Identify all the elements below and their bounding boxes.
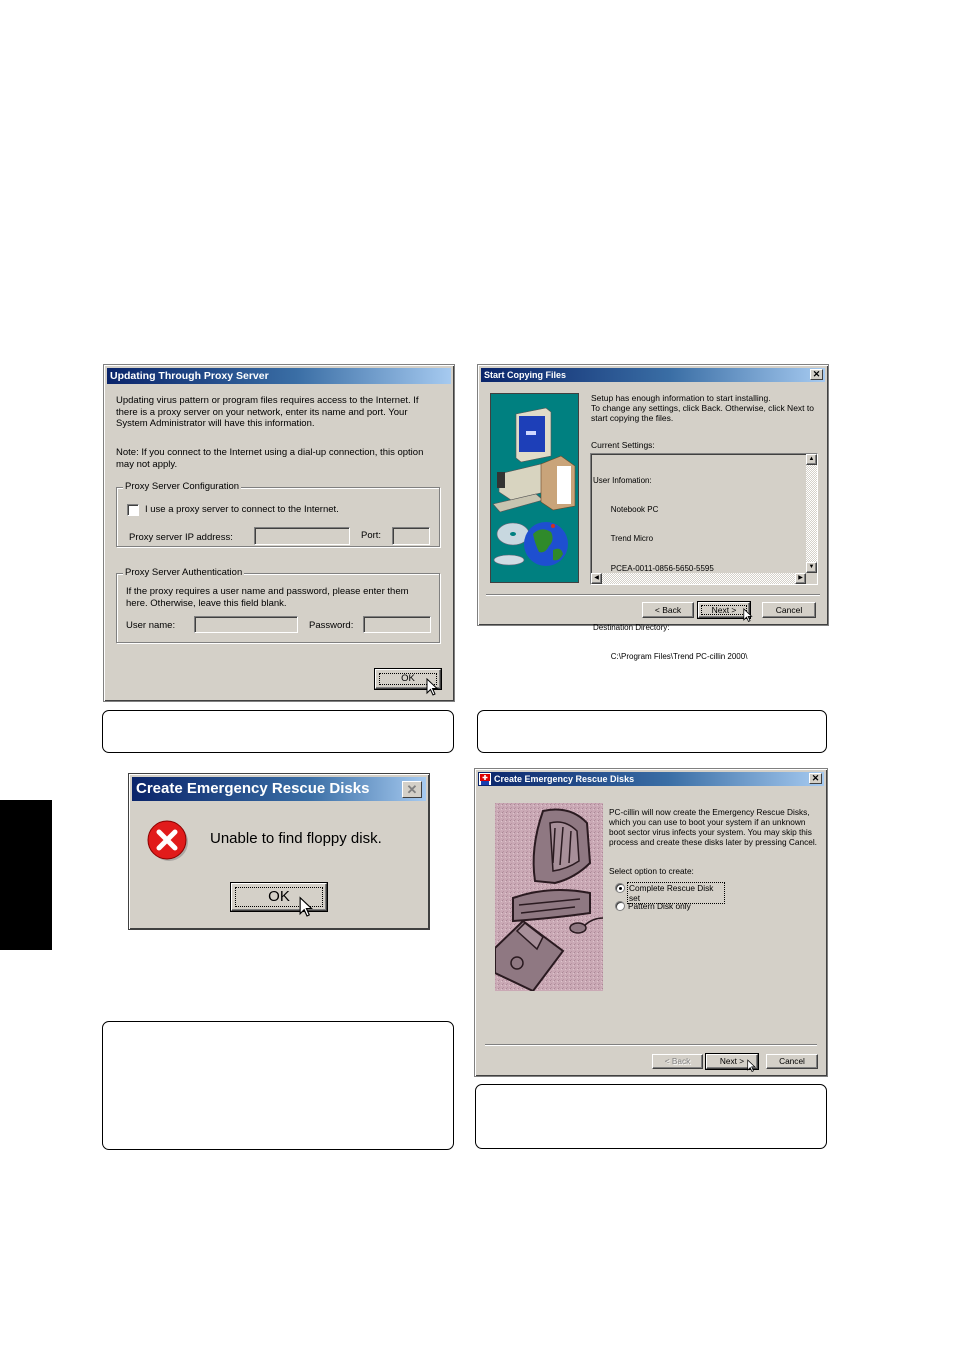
rescue-dialog-title-bar: Create Emergency Rescue Disks ✕ [478,772,824,786]
password-label: Password: [309,620,354,631]
copying-back-button[interactable]: < Back [642,602,694,618]
computer-and-globe-icon [492,407,576,566]
use-proxy-checkbox[interactable] [127,504,139,516]
current-settings-textbox[interactable]: User Infomation: Notebook PC Trend Micro… [590,453,818,749]
caption-box-2 [477,710,827,753]
rescue-dialog-title: Create Emergency Rescue Disks [494,774,635,784]
section-tab-marker [0,800,52,950]
vertical-scrollbar[interactable]: ▲ ▼ [806,454,817,573]
caption-box-3 [102,1021,454,1150]
close-icon: ✕ [406,782,418,797]
close-icon: ✕ [811,773,820,783]
proxy-note-text: Note: If you connect to the Internet usi… [116,447,424,470]
proxy-intro-text: Updating virus pattern or program files … [116,395,419,429]
error-icon [147,820,188,861]
rescue-close-button[interactable]: ✕ [809,773,822,784]
rescue-illustration [494,803,604,993]
scroll-up-button[interactable]: ▲ [806,454,817,465]
setup-illustration [490,393,579,583]
copying-close-button[interactable]: ✕ [810,369,823,380]
username-label: User name: [126,620,176,631]
proxy-port-label: Port: [361,530,382,541]
mouse-cursor-icon [743,608,753,623]
rescue-back-button[interactable]: < Back [652,1054,703,1069]
proxy-ip-input[interactable] [254,527,350,545]
proxy-dialog: Updating Through Proxy Server Updating v… [103,364,455,702]
caption-box-4 [475,1084,827,1149]
proxy-auth-desc: If the proxy requires a user name and pa… [126,586,409,609]
rescue-intro-text: PC-cillin will now create the Emergency … [609,807,817,847]
scroll-right-button[interactable]: ▶ [795,573,806,584]
computer-and-floppy-icon [494,803,604,993]
rescue-option-complete[interactable]: Complete Rescue Disk set [615,882,725,904]
floppy-error-title-bar: Create Emergency Rescue Disks ✕ [132,777,426,801]
rescue-app-icon [479,773,491,785]
select-option-label: Select option to create: [609,866,694,876]
copying-cancel-button[interactable]: Cancel [762,602,816,618]
radio-pattern-disk-only[interactable] [615,901,625,911]
username-input[interactable] [194,616,298,633]
copying-intro-text: Setup has enough information to start in… [591,393,814,423]
rescue-option-pattern[interactable]: Pattern Disk only [615,900,725,912]
rescue-cancel-button[interactable]: Cancel [766,1054,818,1069]
radio-complete-rescue-set[interactable] [615,883,625,893]
scroll-left-button[interactable]: ◀ [591,573,602,584]
proxy-config-group-label: Proxy Server Configuration [123,481,242,493]
proxy-ip-label: Proxy server IP address: [129,532,233,543]
use-proxy-label: I use a proxy server to connect to the I… [145,504,339,515]
password-input[interactable] [363,616,431,633]
copying-dialog: Start Copying Files ✕ Setup has enough i… [477,364,829,749]
current-settings-label: Current Settings: [591,440,655,450]
copying-dialog-title-bar: Start Copying Files ✕ [481,368,825,382]
caption-box-1 [102,710,454,753]
close-icon: ✕ [812,369,821,379]
proxy-config-group: Proxy Server Configuration I use a proxy… [116,481,440,547]
proxy-dialog-title: Updating Through Proxy Server [110,370,269,382]
proxy-auth-group: Proxy Server Authentication If the proxy… [116,567,440,643]
scroll-down-button[interactable]: ▼ [806,562,817,573]
floppy-error-close-button[interactable]: ✕ [402,781,422,798]
copying-dialog-title: Start Copying Files [484,370,567,380]
floppy-error-message: Unable to find floppy disk. [210,830,382,847]
proxy-port-input[interactable] [392,527,430,545]
copying-separator [486,594,820,596]
rescue-dialog: Create Emergency Rescue Disks ✕ PC-cilli… [474,768,828,1077]
radio-pattern-label: Pattern Disk only [628,901,691,911]
mouse-cursor-icon [426,678,439,696]
proxy-dialog-title-bar: Updating Through Proxy Server [107,368,451,384]
proxy-auth-group-label: Proxy Server Authentication [123,567,245,579]
horizontal-scrollbar[interactable]: ◀ ▶ [591,573,806,584]
mouse-cursor-icon [747,1059,756,1072]
rescue-separator [485,1044,817,1046]
floppy-error-title: Create Emergency Rescue Disks [136,780,370,797]
mouse-cursor-icon [299,896,314,917]
floppy-error-dialog: Create Emergency Rescue Disks ✕ Unable t… [128,773,430,930]
